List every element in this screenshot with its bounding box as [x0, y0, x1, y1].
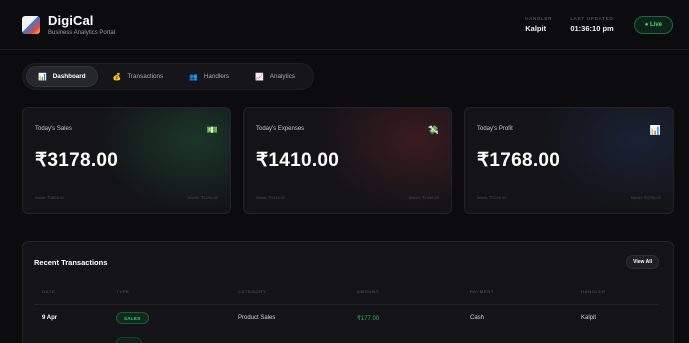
- brand-subtitle: Business Analytics Portal: [48, 30, 116, 36]
- column-header: HANDLER: [581, 289, 606, 294]
- row-date: 9 Apr: [42, 315, 58, 321]
- row-amount: ₹177.00: [357, 316, 380, 322]
- last-updated-value: 01:36:10 pm: [570, 24, 614, 33]
- card-value: ₹3178.00: [35, 150, 119, 171]
- card-label: Today's Profit: [477, 126, 513, 132]
- card-label: Today's Expenses: [256, 126, 305, 132]
- tab-handlers[interactable]: 👥 Handlers: [178, 66, 240, 87]
- live-status-button[interactable]: ● Live: [633, 15, 673, 34]
- expenses-card: Today's Expenses 💸 ₹1410.00 Week: ₹1410.…: [243, 107, 452, 214]
- handler-info: HANDLER Kalpit: [525, 16, 552, 33]
- users-icon: 👥: [189, 73, 198, 81]
- brand-title: DigiCal: [48, 13, 94, 28]
- bar-chart-icon: 📊: [649, 125, 661, 135]
- recent-transactions-panel: Recent Transactions View All DATE TYPE C…: [22, 241, 674, 343]
- sales-card: Today's Sales 💵 ₹3178.00 Week: ₹3868.00 …: [22, 107, 231, 214]
- row-handler: Kalpit: [581, 315, 597, 321]
- header-meta: HANDLER Kalpit LAST UPDATED 01:36:10 pm …: [507, 15, 673, 34]
- card-value: ₹1768.00: [477, 150, 561, 171]
- table-row[interactable]: 9 Apr SALES Product Sales ₹177.00 Cash K…: [34, 310, 659, 343]
- tab-dashboard[interactable]: 📊 Dashboard: [26, 66, 98, 87]
- app-header: DigiCal Business Analytics Portal HANDLE…: [0, 0, 689, 50]
- digical-logo-icon: [22, 15, 40, 34]
- column-header: AMOUNT: [357, 289, 380, 294]
- panel-title: Recent Transactions: [34, 258, 108, 267]
- card-footer: Week: ₹2258.00 Month: ₹2798.00: [477, 195, 661, 200]
- tab-label: Analytics: [269, 73, 295, 80]
- table-header: DATE TYPE CATEGORY AMOUNT PAYMENT HANDLE…: [34, 289, 659, 305]
- type-badge: SALES: [116, 312, 149, 324]
- tab-transactions[interactable]: 💰 Transactions: [102, 66, 175, 87]
- month-total: Month: ₹1498.00: [408, 195, 439, 200]
- handler-value: Kalpit: [525, 24, 547, 33]
- column-header: PAYMENT: [470, 289, 495, 294]
- next-row-badge: [116, 337, 142, 343]
- dashboard-icon: 📊: [38, 73, 47, 81]
- row-payment: Cash: [470, 315, 485, 321]
- last-updated-label: LAST UPDATED: [570, 16, 614, 21]
- card-footer: Week: ₹1410.00 Month: ₹1498.00: [256, 195, 439, 200]
- month-total: Month: ₹2798.00: [630, 195, 661, 200]
- handler-label: HANDLER: [525, 16, 553, 21]
- week-total: Week: ₹2258.00: [477, 195, 507, 200]
- tab-analytics[interactable]: 📈 Analytics: [244, 66, 306, 87]
- week-total: Week: ₹3868.00: [35, 195, 65, 200]
- tab-label: Transactions: [127, 73, 164, 80]
- money-bag-icon: 💰: [112, 73, 122, 81]
- column-header: DATE: [42, 289, 56, 294]
- card-label: Today's Sales: [35, 126, 72, 132]
- view-all-button[interactable]: View All: [626, 255, 659, 269]
- column-header: CATEGORY: [238, 289, 267, 294]
- profit-card: Today's Profit 📊 ₹1768.00 Week: ₹2258.00…: [464, 107, 674, 214]
- money-with-wings-icon: 💸: [427, 125, 439, 135]
- cash-icon: 💵: [206, 125, 218, 135]
- last-updated-info: LAST UPDATED 01:36:10 pm: [570, 16, 613, 33]
- card-footer: Week: ₹3868.00 Month: ₹4296.00: [35, 195, 218, 200]
- card-value: ₹1410.00: [256, 150, 340, 171]
- analytics-icon: 📈: [255, 73, 264, 81]
- tab-label: Handlers: [203, 73, 230, 80]
- main-tabs: 📊 Dashboard 💰 Transactions 👥 Handlers 📈 …: [22, 63, 314, 90]
- tab-label: Dashboard: [52, 73, 86, 80]
- month-total: Month: ₹4296.00: [187, 195, 218, 200]
- column-header: TYPE: [116, 289, 130, 294]
- week-total: Week: ₹1410.00: [256, 195, 286, 200]
- row-category: Product Sales: [238, 315, 276, 321]
- brand: DigiCal Business Analytics Portal: [48, 13, 115, 36]
